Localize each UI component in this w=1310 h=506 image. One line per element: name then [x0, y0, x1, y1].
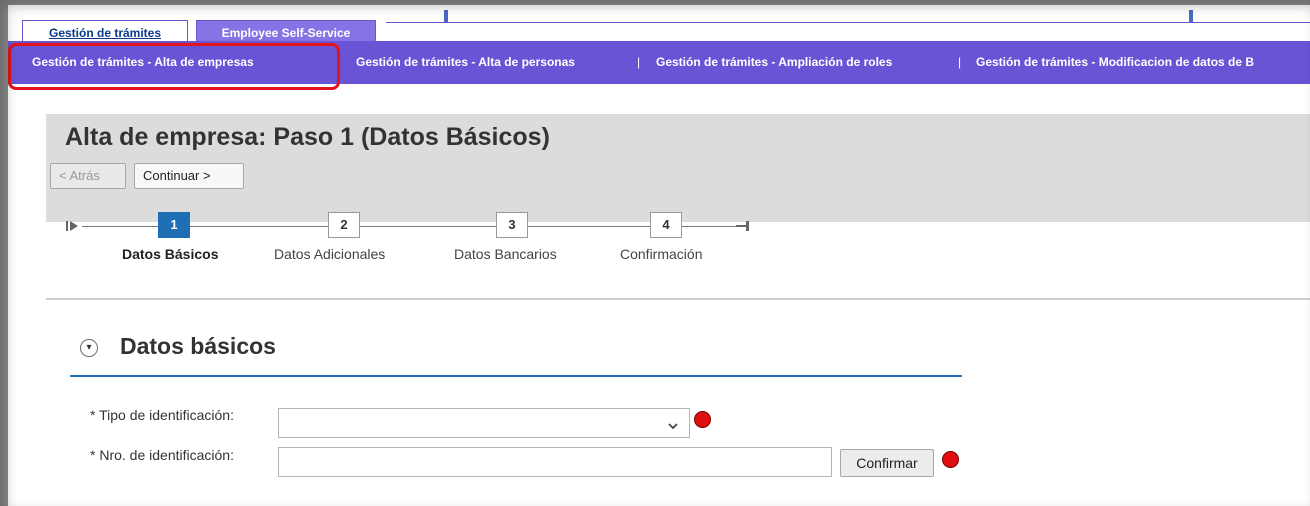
step-wizard: 1 2 3 4 Datos Básicos Datos Adicionales …	[66, 212, 786, 272]
tipo-identificacion-select[interactable]	[278, 408, 690, 438]
wizard-end-icon	[736, 221, 749, 231]
subnav-separator: |	[637, 55, 641, 69]
required-marker-dot	[694, 411, 711, 428]
divider	[46, 298, 1310, 300]
wizard-start-icon	[66, 221, 78, 231]
wizard-step-3[interactable]: 3	[496, 212, 528, 238]
wizard-connector	[528, 226, 650, 227]
subnav-item-modificacion-datos[interactable]: Gestión de trámites - Modificacion de da…	[976, 41, 1254, 84]
tipo-identificacion-label: * Tipo de identificación:	[90, 407, 234, 423]
chevron-down-icon	[668, 423, 678, 430]
nro-identificacion-input[interactable]	[278, 447, 832, 477]
section-underline	[70, 375, 962, 377]
subnav-item-ampliacion-roles[interactable]: Gestión de trámites - Ampliación de role…	[656, 41, 892, 84]
wizard-label-datos-basicos: Datos Básicos	[122, 246, 219, 262]
subnav-item-alta-personas[interactable]: Gestión de trámites - Alta de personas	[356, 41, 575, 84]
highlight-annotation	[8, 43, 340, 90]
wizard-connector	[190, 226, 328, 227]
nro-identificacion-label: * Nro. de identificación:	[90, 447, 234, 463]
subnav-separator: |	[958, 55, 962, 69]
wizard-connector	[82, 226, 158, 227]
tab-strip-line	[386, 22, 1310, 23]
tab-strip-marker	[444, 10, 448, 22]
page-title: Alta de empresa: Paso 1 (Datos Básicos)	[65, 123, 550, 151]
continue-button[interactable]: Continuar >	[134, 163, 244, 189]
required-marker-dot	[942, 451, 959, 468]
wizard-connector	[360, 226, 496, 227]
wizard-connector	[682, 226, 738, 227]
wizard-step-1[interactable]: 1	[158, 212, 190, 238]
wizard-label-datos-bancarios: Datos Bancarios	[454, 246, 557, 262]
back-button[interactable]: < Atrás	[50, 163, 126, 189]
confirm-button[interactable]: Confirmar	[840, 449, 934, 477]
section-title: Datos básicos	[120, 333, 276, 359]
wizard-label-confirmacion: Confirmación	[620, 246, 703, 262]
page-header: Alta de empresa: Paso 1 (Datos Básicos) …	[46, 114, 1310, 222]
wizard-step-4[interactable]: 4	[650, 212, 682, 238]
wizard-label-datos-adicionales: Datos Adicionales	[274, 246, 386, 262]
wizard-step-2[interactable]: 2	[328, 212, 360, 238]
collapse-toggle-icon[interactable]: ▾	[80, 339, 98, 357]
tab-strip-marker	[1189, 10, 1193, 22]
